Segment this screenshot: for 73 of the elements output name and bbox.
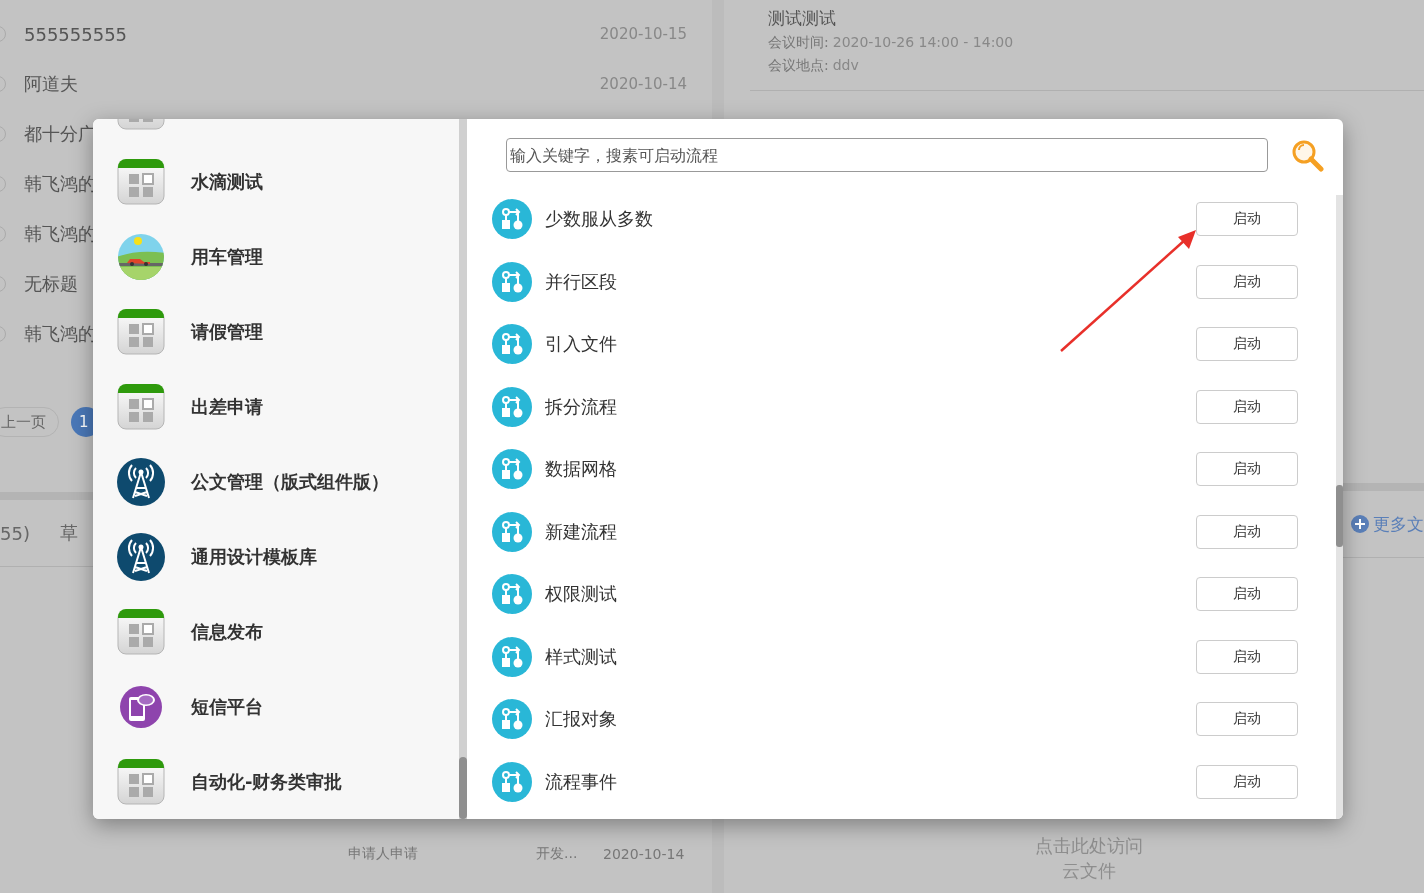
start-button[interactable]: 启动 bbox=[1196, 327, 1298, 362]
meeting-title[interactable]: 测试测试 bbox=[768, 7, 1424, 30]
meeting-time: 2020-10-26 14:00 - 14:00 bbox=[832, 34, 1014, 52]
app-name: 水滴测试 bbox=[191, 169, 263, 194]
app-list-item[interactable]: 自动化-财务类审批 bbox=[93, 744, 459, 819]
flowchart-icon bbox=[492, 386, 532, 427]
process-name: 并行区段 bbox=[545, 269, 618, 294]
process-name: 新建流程 bbox=[545, 519, 618, 544]
app-list-item[interactable]: 短信平台 bbox=[93, 669, 459, 744]
flowchart-icon bbox=[492, 449, 532, 490]
start-button[interactable]: 启动 bbox=[1196, 577, 1298, 612]
start-button[interactable]: 启动 bbox=[1196, 264, 1298, 299]
app-list-item[interactable]: 用车管理 bbox=[93, 219, 459, 294]
start-button[interactable]: 启动 bbox=[1196, 202, 1298, 237]
scrollbar-track[interactable] bbox=[459, 119, 467, 819]
document-title[interactable]: 阿道夫 bbox=[24, 72, 600, 96]
flowchart-icon bbox=[492, 511, 532, 552]
antenna-tower-icon bbox=[117, 457, 165, 506]
plus-circle-icon[interactable] bbox=[1351, 515, 1369, 533]
app-list-item[interactable]: 公文管理（版式组件版） bbox=[93, 444, 459, 519]
search-field[interactable]: 输入关键字，搜素可启动流程 bbox=[506, 138, 1268, 172]
start-button[interactable]: 启动 bbox=[1196, 452, 1298, 487]
document-date: 2020-10-15 bbox=[599, 25, 687, 43]
app-name: 用车管理 bbox=[191, 244, 263, 269]
start-button[interactable]: 启动 bbox=[1196, 514, 1298, 549]
field-label: 会议地点: bbox=[768, 57, 829, 75]
flowchart-icon bbox=[492, 574, 532, 615]
process-name: 流程事件 bbox=[545, 769, 618, 794]
app-grid-icon bbox=[117, 757, 165, 806]
app-list-item[interactable]: 通用设计模板库 bbox=[93, 519, 459, 594]
start-button[interactable]: 启动 bbox=[1196, 764, 1298, 799]
app-name: 请假管理 bbox=[191, 319, 263, 344]
scrollbar-thumb[interactable] bbox=[1336, 485, 1343, 547]
app-grid-icon bbox=[117, 382, 165, 431]
process-name: 权限测试 bbox=[545, 582, 618, 607]
flowchart-icon bbox=[492, 761, 532, 802]
document-date: 2020-10-14 bbox=[599, 75, 687, 93]
search-icon[interactable] bbox=[1290, 138, 1324, 172]
flowchart-icon bbox=[492, 699, 532, 740]
meeting-place: ddv bbox=[832, 57, 859, 75]
app-grid-icon bbox=[117, 157, 165, 206]
app-name: 信息发布 bbox=[191, 619, 263, 644]
flowchart-icon bbox=[492, 324, 532, 365]
start-button[interactable]: 启动 bbox=[1196, 639, 1298, 674]
table-cell-text: 申请人申请 bbox=[348, 845, 419, 863]
process-name: 引入文件 bbox=[545, 332, 618, 357]
app-grid-icon bbox=[117, 607, 165, 656]
app-list-item[interactable]: 水滴测试 bbox=[93, 144, 459, 219]
app-name: 自动化-财务类审批 bbox=[191, 769, 343, 794]
app-name: 公文管理（版式组件版） bbox=[191, 469, 389, 494]
table-cell: 2020-10-14 bbox=[603, 846, 685, 862]
process-name: 少数服从多数 bbox=[545, 207, 654, 232]
process-name: 汇报对象 bbox=[545, 707, 618, 732]
app-list-item[interactable]: 信息发布 bbox=[93, 594, 459, 669]
flowchart-icon bbox=[492, 199, 532, 240]
flowchart-icon bbox=[492, 636, 532, 677]
start-button[interactable]: 启动 bbox=[1196, 702, 1298, 737]
process-name: 样式测试 bbox=[545, 644, 618, 669]
scrollbar-thumb[interactable] bbox=[459, 757, 467, 819]
process-name: 拆分流程 bbox=[545, 394, 618, 419]
app-list-item[interactable]: 请假管理 bbox=[93, 294, 459, 369]
antenna-tower-icon bbox=[117, 532, 165, 581]
start-button[interactable]: 启动 bbox=[1196, 389, 1298, 424]
field-label: 会议时间: bbox=[768, 34, 829, 52]
app-name: 出差申请 bbox=[191, 394, 263, 419]
document-title[interactable]: 555555555 bbox=[24, 23, 600, 45]
process-name: 数据网格 bbox=[545, 457, 618, 482]
app-grid-icon bbox=[117, 307, 165, 356]
scrollbar-track[interactable] bbox=[1336, 195, 1343, 819]
app-name: 短信平台 bbox=[191, 694, 263, 719]
app-name: 通用设计模板库 bbox=[191, 544, 317, 569]
table-cell-text: 开发... bbox=[536, 845, 579, 863]
flowchart-icon bbox=[492, 261, 532, 302]
